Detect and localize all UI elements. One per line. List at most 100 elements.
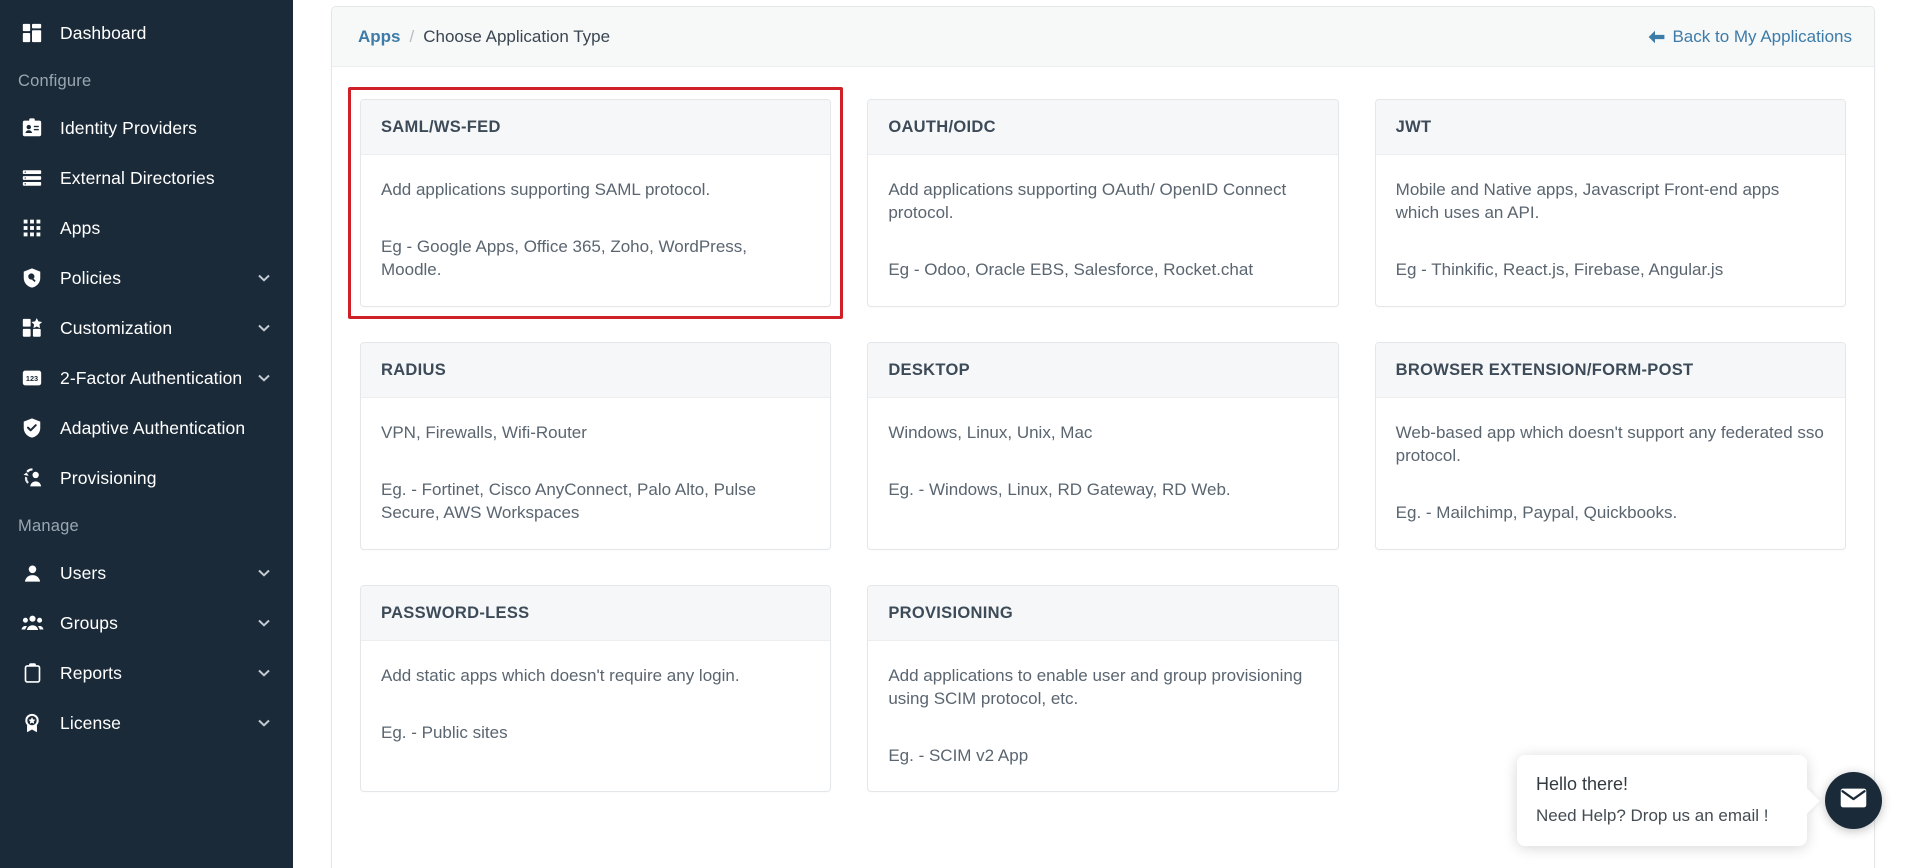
chat-bubble[interactable]: Hello there! Need Help? Drop us an email… xyxy=(1517,755,1807,846)
sidebar-item-2-factor-authentication[interactable]: 123 2-Factor Authentication xyxy=(0,353,293,403)
sidebar-item-external-directories[interactable]: External Directories xyxy=(0,153,293,203)
sidebar-item-apps[interactable]: Apps xyxy=(0,203,293,253)
card-title: BROWSER EXTENSION/FORM-POST xyxy=(1395,360,1694,379)
card-body: Web-based app which doesn't support any … xyxy=(1376,398,1845,549)
clipboard-icon xyxy=(18,659,46,687)
app-root: Dashboard Configure Identity Providers E… xyxy=(0,0,1908,868)
sidebar-section-manage: Manage xyxy=(18,517,79,535)
app-type-card-radius[interactable]: RADIUS VPN, Firewalls, Wifi-Router Eg. -… xyxy=(360,341,832,550)
user-icon xyxy=(18,559,46,587)
sidebar-item-policies[interactable]: Policies xyxy=(0,253,293,303)
sidebar-item-label: Customization xyxy=(60,317,173,338)
card-description: Add applications to enable user and grou… xyxy=(888,665,1303,708)
breadcrumb-link-apps[interactable]: Apps xyxy=(358,27,401,47)
customization-icon xyxy=(18,314,46,342)
sidebar-item-provisioning[interactable]: Provisioning xyxy=(0,453,293,503)
chat-email-button[interactable] xyxy=(1825,772,1882,829)
sidebar-item-groups[interactable]: Groups xyxy=(0,598,293,648)
card-body: Add applications supporting SAML protoco… xyxy=(361,155,830,306)
sidebar-item-label: Dashboard xyxy=(60,22,147,43)
card-header: PASSWORD-LESS xyxy=(361,585,831,641)
sidebar-item-label: License xyxy=(60,712,122,733)
sidebar-item-label: External Directories xyxy=(60,167,215,188)
users-group-icon xyxy=(18,609,46,637)
card-examples: Eg. - SCIM v2 App xyxy=(888,745,1029,765)
card-header: DESKTOP xyxy=(868,342,1338,398)
panel-body: SAML/WS-FED Add applications supporting … xyxy=(332,67,1874,793)
card-description: Add applications supporting SAML protoco… xyxy=(381,180,711,199)
id-card-icon xyxy=(18,114,46,142)
main-content: Apps / Choose Application Type Back to M… xyxy=(293,0,1908,868)
card-description: Windows, Linux, Unix, Mac xyxy=(888,422,1093,442)
sidebar-item-users[interactable]: Users xyxy=(0,548,293,598)
sidebar-item-adaptive-authentication[interactable]: Adaptive Authentication xyxy=(0,403,293,453)
app-type-card-oauth-oidc[interactable]: OAUTH/OIDC Add applications supporting O… xyxy=(867,99,1339,307)
card-title: RADIUS xyxy=(381,360,447,379)
card-body: Windows, Linux, Unix, Mac Eg. - Windows,… xyxy=(868,398,1337,549)
sidebar-item-license[interactable]: License xyxy=(0,698,293,748)
app-type-card-provisioning[interactable]: PROVISIONING Add applications to enable … xyxy=(867,584,1339,793)
grid-icon xyxy=(18,214,46,242)
chat-widget: Hello there! Need Help? Drop us an email… xyxy=(1517,755,1882,846)
chevron-down-icon[interactable] xyxy=(257,371,271,385)
card-body: VPN, Firewalls, Wifi-Router Eg. - Fortin… xyxy=(361,398,830,549)
breadcrumb: Apps / Choose Application Type xyxy=(358,27,610,47)
card-title: PROVISIONING xyxy=(888,603,1013,622)
chevron-down-icon[interactable] xyxy=(257,666,271,680)
card-description: Add applications supporting OAuth/ OpenI… xyxy=(888,180,1287,222)
envelope-icon xyxy=(1840,788,1867,813)
page-title: Choose Application Type xyxy=(423,26,611,46)
shield-check-icon xyxy=(18,414,46,442)
sidebar-item-customization[interactable]: Customization xyxy=(0,303,293,353)
content-panel: Apps / Choose Application Type Back to M… xyxy=(331,6,1875,868)
sidebar-item-identity-providers[interactable]: Identity Providers xyxy=(0,103,293,153)
card-description: Mobile and Native apps, Javascript Front… xyxy=(1395,180,1780,222)
card-description: Web-based app which doesn't support any … xyxy=(1395,422,1824,465)
card-header: RADIUS xyxy=(361,342,831,398)
app-type-card-saml-ws-fed[interactable]: SAML/WS-FED Add applications supporting … xyxy=(360,99,832,307)
chevron-down-icon[interactable] xyxy=(257,616,271,630)
card-header: BROWSER EXTENSION/FORM-POST xyxy=(1375,342,1845,398)
card-examples: Eg. - Mailchimp, Paypal, Quickbooks. xyxy=(1395,502,1678,522)
app-type-card-password-less[interactable]: PASSWORD-LESS Add static apps which does… xyxy=(360,584,832,793)
chevron-down-icon[interactable] xyxy=(257,566,271,580)
sidebar-item-dashboard[interactable]: Dashboard xyxy=(0,8,293,58)
sidebar-item-label: 2-Factor Authentication xyxy=(60,367,243,388)
card-body: Add applications to enable user and grou… xyxy=(868,641,1337,792)
card-title: PASSWORD-LESS xyxy=(381,603,530,622)
card-examples: Eg. - Windows, Linux, RD Gateway, RD Web… xyxy=(888,479,1231,499)
chevron-down-icon[interactable] xyxy=(257,716,271,730)
card-header: SAML/WS-FED xyxy=(361,100,831,155)
sidebar-item-reports[interactable]: Reports xyxy=(0,648,293,698)
app-type-card-browser-extension-form-post[interactable]: BROWSER EXTENSION/FORM-POST Web-based ap… xyxy=(1374,341,1846,550)
card-title: JWT xyxy=(1395,118,1432,136)
card-description: Add static apps which doesn't require an… xyxy=(381,665,740,685)
panel-header: Apps / Choose Application Type Back to M… xyxy=(332,7,1874,67)
license-badge-icon xyxy=(18,709,46,737)
sidebar-item-label: Adaptive Authentication xyxy=(60,417,246,438)
card-examples: Eg. - Public sites xyxy=(381,722,508,742)
app-type-card-jwt[interactable]: JWT Mobile and Native apps, Javascript F… xyxy=(1374,99,1846,307)
sidebar-item-label: Users xyxy=(60,562,107,583)
sidebar-item-label: Reports xyxy=(60,662,122,683)
card-body: Add applications supporting OAuth/ OpenI… xyxy=(868,155,1337,306)
chevron-down-icon[interactable] xyxy=(257,321,271,335)
numeric-123-icon: 123 xyxy=(18,364,46,392)
card-body: Mobile and Native apps, Javascript Front… xyxy=(1376,155,1845,306)
card-examples: Eg - Google Apps, Office 365, Zoho, Word… xyxy=(381,236,748,279)
card-title: OAUTH/OIDC xyxy=(888,118,996,136)
highlight-annotation: SAML/WS-FED Add applications supporting … xyxy=(347,87,844,319)
back-to-my-applications-link[interactable]: Back to My Applications xyxy=(1648,27,1852,47)
sidebar-item-label: Groups xyxy=(60,612,118,633)
sidebar-section-configure: Configure xyxy=(18,72,92,90)
card-header: PROVISIONING xyxy=(868,585,1338,641)
shield-search-icon xyxy=(18,264,46,292)
chevron-down-icon[interactable] xyxy=(257,271,271,285)
provisioning-icon xyxy=(18,464,46,492)
card-examples: Eg - Thinkific, React.js, Firebase, Angu… xyxy=(1395,259,1724,279)
card-body: Add static apps which doesn't require an… xyxy=(361,641,830,792)
app-type-card-desktop[interactable]: DESKTOP Windows, Linux, Unix, Mac Eg. - … xyxy=(867,341,1339,550)
sidebar-item-label: Apps xyxy=(60,217,101,238)
sidebar-item-label: Policies xyxy=(60,267,122,288)
card-examples: Eg - Odoo, Oracle EBS, Salesforce, Rocke… xyxy=(888,259,1254,279)
